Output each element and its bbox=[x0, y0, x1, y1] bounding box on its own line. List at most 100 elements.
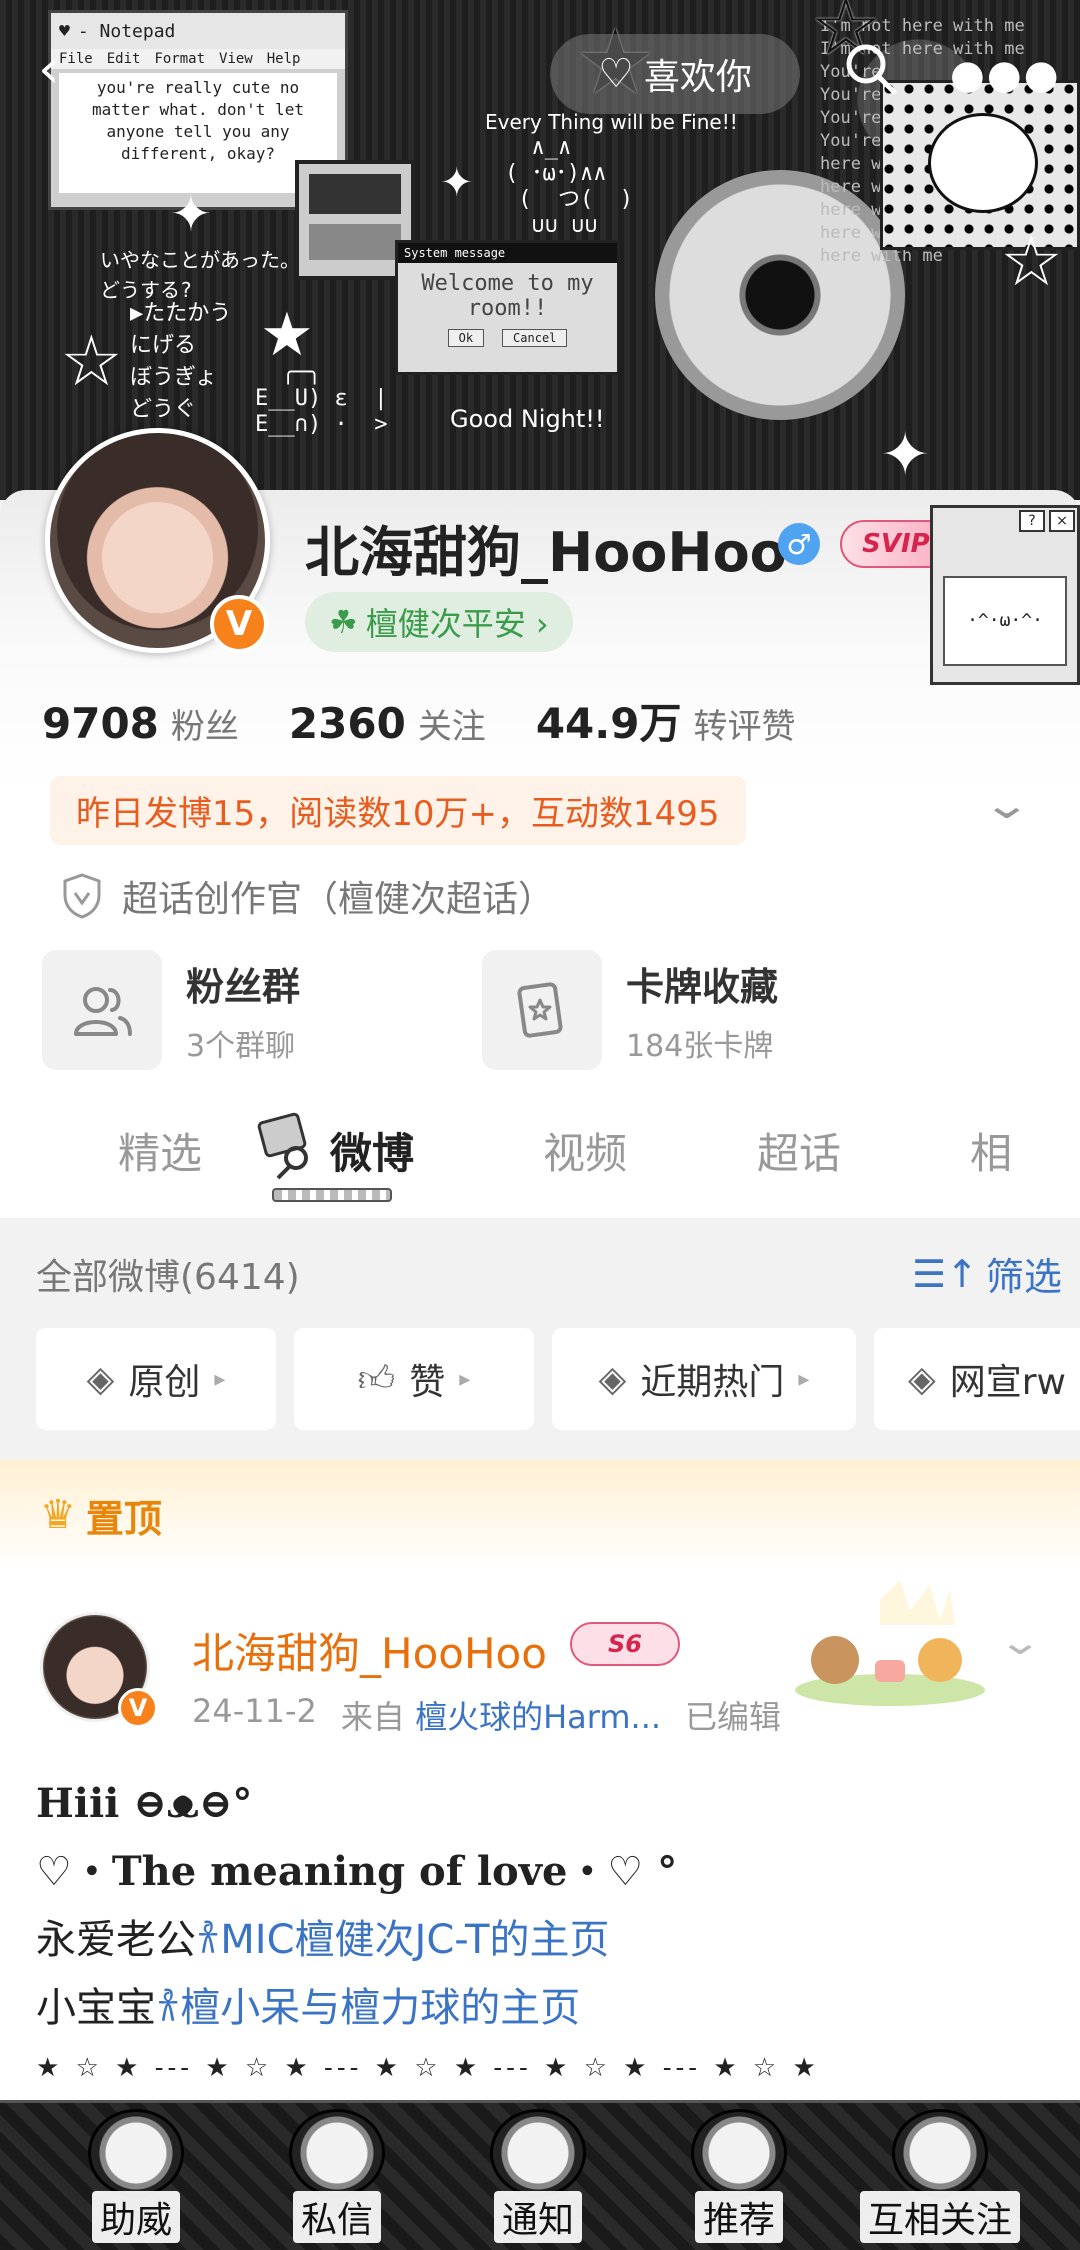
hearts-icon bbox=[892, 2109, 988, 2197]
post-from-label: 来自 bbox=[340, 1698, 405, 1736]
card-collection-sub: 184张卡牌 bbox=[626, 1028, 774, 1064]
chevron-down-icon[interactable]: ⌄ bbox=[982, 782, 1032, 828]
nav-cheer[interactable]: 助威 bbox=[36, 2109, 236, 2249]
profile-tabs: 精选 微博 视频 超话 相 bbox=[0, 1090, 1080, 1210]
profile-stats: 9708 粉丝 2360 关注 44.9万 转评赞 bbox=[42, 690, 795, 751]
male-gender-icon: ♂ bbox=[778, 523, 820, 565]
more-options-icon[interactable]: ●●● bbox=[950, 55, 1061, 95]
system-message-sticker: System message Welcome to my room!! Ok C… bbox=[395, 240, 620, 375]
mention-link-2[interactable]: 𐀪檀小呆与檀力球的主页 bbox=[156, 1985, 580, 2031]
heart-add-icon: ♡ bbox=[598, 51, 634, 97]
chip-promo[interactable]: ◈ 网宣rw bbox=[874, 1328, 1080, 1430]
tab-album[interactable]: 相 bbox=[970, 1120, 1012, 1181]
post-author-name[interactable]: 北海甜狗_HooHoo bbox=[192, 1620, 547, 1681]
post-content: Hiii ⊖ᴥ⊖° ♡・The meaning of love・♡ ° 永爱老公… bbox=[36, 1770, 1046, 2094]
star-icon: ✦ bbox=[440, 160, 474, 206]
feature-cards: 粉丝群 3个群聊 卡牌收藏 184张卡牌 bbox=[42, 950, 862, 1070]
nav-mutual-follow[interactable]: 互相关注 bbox=[840, 2109, 1040, 2249]
nav-recommend-label: 推荐 bbox=[694, 2191, 783, 2243]
yesterday-summary[interactable]: 昨日发博15，阅读数10万+，互动数1495 bbox=[50, 760, 746, 860]
system-ok-button: Ok bbox=[447, 329, 485, 347]
fan-group-title: 粉丝群 bbox=[186, 964, 301, 1009]
menu-edit: Edit bbox=[106, 51, 141, 67]
followers-count: 9708 bbox=[42, 699, 159, 748]
tab-featured[interactable]: 精选 bbox=[118, 1120, 202, 1181]
star-icon: ☆ bbox=[1000, 220, 1063, 302]
cd-icon bbox=[490, 2109, 586, 2197]
caret-right-icon: ▸ bbox=[798, 1366, 810, 1392]
mention-link-1[interactable]: 𐀪MIC檀健次JC-T的主页 bbox=[196, 1917, 609, 1963]
creator-badge-row[interactable]: 超话创作官（檀健次超话） bbox=[62, 870, 554, 922]
level-badge: S6 bbox=[570, 1622, 680, 1666]
pinned-post[interactable]: ♛ 置顶 V 北海甜狗_HooHoo S6 24-11-2 来自 檀火球的Har… bbox=[0, 1460, 1080, 2100]
system-message-body: Welcome to my room!! bbox=[421, 271, 594, 321]
system-cancel-button: Cancel bbox=[502, 329, 568, 347]
chevron-down-icon[interactable]: ⌄ bbox=[997, 1622, 1042, 1663]
nav-notifications-label: 通知 bbox=[493, 2191, 582, 2243]
menu-help: Help bbox=[266, 51, 301, 67]
system-message-title: System message bbox=[398, 243, 617, 263]
stat-followers[interactable]: 9708 粉丝 bbox=[42, 699, 239, 748]
post-line-4-text: 小宝宝 bbox=[36, 1985, 156, 2031]
nav-recommend[interactable]: 推荐 bbox=[639, 2109, 839, 2249]
good-night-text: Good Night!! bbox=[450, 405, 605, 433]
verified-v-icon: V bbox=[118, 1688, 158, 1728]
layers-icon: ◈ bbox=[598, 1358, 627, 1400]
stat-interactions[interactable]: 44.9万 转评赞 bbox=[536, 690, 796, 751]
nav-messages[interactable]: 私信 bbox=[237, 2109, 437, 2249]
chip-original[interactable]: ◈ 原创 ▸ bbox=[36, 1328, 276, 1430]
tab-video[interactable]: 视频 bbox=[543, 1120, 627, 1181]
post-source[interactable]: 檀火球的Harm... bbox=[415, 1698, 661, 1736]
star-divider: ★ ☆ ★ --- ★ ☆ ★ --- ★ ☆ ★ --- ★ ☆ ★ --- … bbox=[36, 2053, 820, 2083]
post-line-1: Hiii ⊖ᴥ⊖° bbox=[36, 1780, 253, 1827]
star-icon: ✦ bbox=[880, 420, 931, 490]
tab-weibo[interactable]: 微博 bbox=[330, 1120, 414, 1181]
menu-format: Format bbox=[154, 51, 206, 67]
mini-window-sticker: ? × ·^·ω·^· bbox=[930, 505, 1080, 685]
guitar-icon bbox=[88, 2109, 184, 2197]
fan-group-card[interactable]: 粉丝群 3个群聊 bbox=[42, 950, 422, 1070]
post-meta: 24-11-2 来自 檀火球的Harm... 已编辑 bbox=[192, 1692, 781, 1738]
back-arrow-icon[interactable]: ‹ bbox=[38, 42, 60, 96]
keychain-icon bbox=[257, 1112, 308, 1180]
tab-supertopic[interactable]: 超话 bbox=[757, 1120, 841, 1181]
profile-header-banner: ♥ - Notepad File Edit Format View Help yo… bbox=[0, 0, 1080, 500]
heart-icon: ♥ bbox=[59, 20, 70, 42]
chip-label: 赞 bbox=[409, 1362, 446, 1403]
chip-liked[interactable]: 👍︎ 赞 ▸ bbox=[294, 1328, 534, 1430]
interactions-label: 转评赞 bbox=[693, 707, 796, 747]
clover-icon: ☘ bbox=[329, 603, 358, 641]
chip-label: 近期热门 bbox=[640, 1362, 785, 1403]
crown-icon: ♛ bbox=[40, 1492, 76, 1538]
chip-recent-hot[interactable]: ◈ 近期热门 ▸ bbox=[552, 1328, 856, 1430]
interactions-count: 44.9万 bbox=[535, 699, 682, 748]
post-date: 24-11-2 bbox=[192, 1692, 317, 1730]
nav-cheer-label: 助威 bbox=[91, 2191, 180, 2243]
card-collection-card[interactable]: 卡牌收藏 184张卡牌 bbox=[482, 950, 862, 1070]
chip-label: 网宣rw bbox=[949, 1362, 1066, 1403]
yesterday-summary-text: 昨日发博15，阅读数10万+，互动数1495 bbox=[50, 775, 746, 845]
active-tab-indicator bbox=[272, 1188, 392, 1202]
star-icon: ★ bbox=[260, 300, 314, 370]
nav-notifications[interactable]: 通知 bbox=[438, 2109, 638, 2249]
like-button[interactable]: ♡ 喜欢你 bbox=[550, 34, 800, 114]
filter-button[interactable]: ☰↑ 筛选 bbox=[912, 1246, 1062, 1301]
filter-label: 筛选 bbox=[985, 1255, 1062, 1299]
following-count: 2360 bbox=[288, 699, 406, 748]
search-icon[interactable] bbox=[840, 38, 900, 98]
stat-following[interactable]: 2360 关注 bbox=[289, 699, 486, 748]
shield-icon bbox=[63, 873, 101, 919]
caret-right-icon: ▸ bbox=[459, 1366, 471, 1392]
bio-tag-pill[interactable]: ☘ 檀健次平安 › bbox=[305, 592, 573, 652]
star-icon: ☆ bbox=[60, 320, 123, 402]
post-edited: 已编辑 bbox=[685, 1698, 782, 1736]
card-collection-title: 卡牌收藏 bbox=[626, 964, 779, 1009]
layers-icon: ◈ bbox=[86, 1358, 115, 1400]
caret-right-icon: ▸ bbox=[214, 1366, 226, 1392]
all-weibo-count: 全部微博(6414) bbox=[36, 1257, 300, 1298]
jp-text-1: いやなことがあった。 どうする? bbox=[100, 248, 300, 302]
mini-window-text: ·^·ω·^· bbox=[943, 576, 1067, 666]
fan-group-sub: 3个群聊 bbox=[186, 1028, 296, 1064]
notepad-title: - Notepad bbox=[77, 20, 176, 42]
computer-icon bbox=[691, 2109, 787, 2197]
